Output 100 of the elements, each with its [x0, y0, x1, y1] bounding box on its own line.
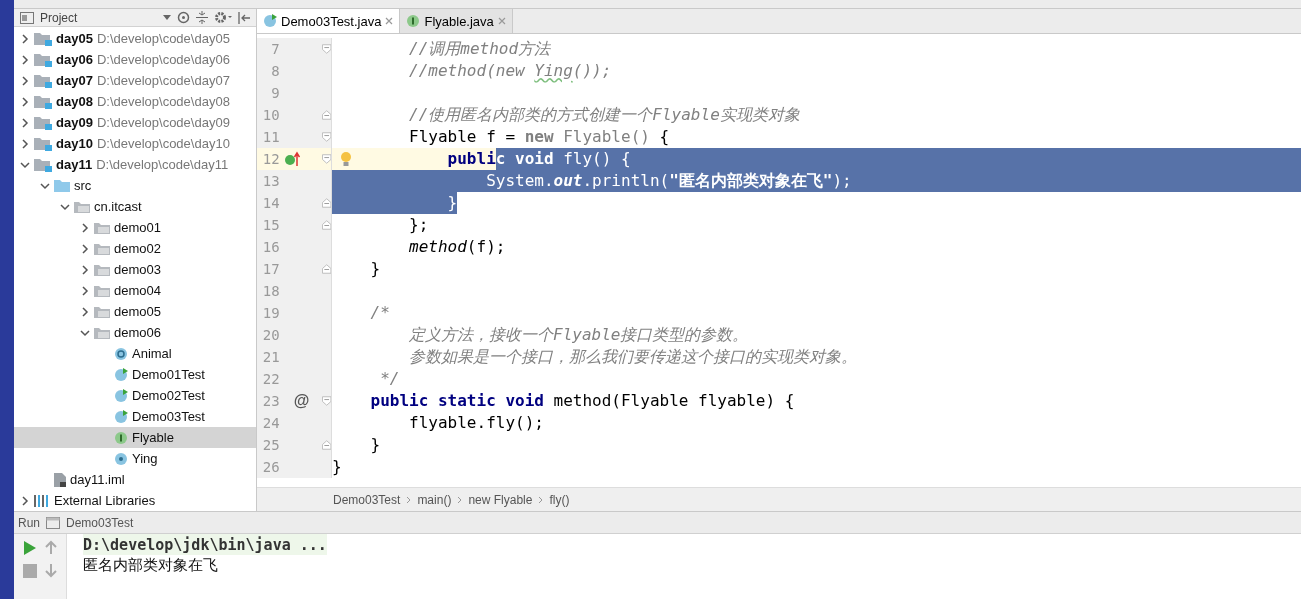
fold-marker-icon[interactable] — [321, 264, 331, 274]
tree-item-label: demo04 — [114, 283, 161, 298]
tree-item-label: Demo01Test — [132, 367, 205, 382]
panel-title: Project — [40, 10, 79, 25]
tree-item-label: demo01 — [114, 220, 161, 235]
editor-tab[interactable]: Flyable.java — [400, 9, 513, 33]
chevron-right-icon[interactable] — [20, 117, 30, 128]
fold-marker-icon[interactable] — [321, 44, 331, 54]
chevron-right-icon[interactable] — [80, 285, 90, 296]
module-folder-icon — [34, 52, 52, 67]
fold-marker-icon[interactable] — [321, 440, 331, 450]
collapse-icon[interactable] — [196, 11, 208, 24]
chevron-down-icon[interactable] — [40, 180, 50, 191]
chevron-right-icon[interactable] — [20, 138, 30, 149]
tree-item[interactable]: day05 D:\develop\code\day05 — [14, 28, 256, 49]
chevron-right-icon[interactable] — [80, 243, 90, 254]
tab-label: Demo03Test.java — [281, 13, 382, 29]
tree-item[interactable]: Demo01Test — [14, 364, 256, 385]
code-line: System.out.println("匿名内部类对象在飞"); — [332, 170, 852, 192]
package-folder-icon — [94, 326, 110, 339]
code-line: } — [332, 456, 342, 478]
module-folder-icon — [34, 73, 52, 88]
tree-item-label: day05 — [56, 31, 93, 46]
code-line: 参数如果是一个接口，那么我们要传递这个接口的实现类对象。 — [408, 346, 858, 368]
play-icon[interactable] — [23, 540, 37, 556]
override-marker[interactable]: @ — [293, 392, 312, 410]
tree-item[interactable]: demo05 — [14, 301, 256, 322]
fold-marker-icon[interactable] — [321, 132, 331, 142]
chevron-down-icon[interactable] — [20, 159, 30, 170]
code-line: /* — [369, 302, 390, 324]
fold-marker-icon[interactable] — [321, 198, 331, 208]
tree-item[interactable]: demo02 — [14, 238, 256, 259]
module-path: D:\develop\code\day07 — [96, 73, 230, 88]
module-path: D:\develop\code\day10 — [96, 136, 230, 151]
module-folder-icon — [34, 94, 52, 109]
tree-item[interactable]: External Libraries — [14, 490, 256, 511]
fold-marker-icon[interactable] — [321, 220, 331, 230]
project-icon — [20, 11, 34, 24]
breadcrumb[interactable]: fly() — [549, 492, 570, 507]
fold-marker-icon[interactable] — [321, 110, 331, 120]
tree-item[interactable]: day07 D:\develop\code\day07 — [14, 70, 256, 91]
code-line: }; — [408, 214, 429, 236]
chevron-right-icon[interactable] — [80, 222, 90, 233]
tree-item-label: day08 — [56, 94, 93, 109]
tree-item[interactable]: day11.iml — [14, 469, 256, 490]
chevron-right-icon[interactable] — [20, 495, 30, 506]
package-folder-icon — [74, 200, 90, 213]
module-path: D:\develop\code\day05 — [96, 31, 230, 46]
hide-panel-icon[interactable] — [238, 11, 250, 24]
tree-item[interactable]: day08 D:\develop\code\day08 — [14, 91, 256, 112]
tree-item-label: day11.iml — [70, 472, 125, 487]
chevron-right-icon[interactable] — [80, 264, 90, 275]
tree-item-label: day06 — [56, 52, 93, 67]
chevron-right-icon[interactable] — [20, 33, 30, 44]
tree-item[interactable]: day06 D:\develop\code\day06 — [14, 49, 256, 70]
code-line: method(f); — [408, 236, 506, 258]
tree-item[interactable]: src — [14, 175, 256, 196]
console-output: 匿名内部类对象在飞 — [83, 555, 218, 576]
close-icon[interactable] — [385, 17, 394, 25]
tree-item[interactable]: Flyable — [14, 427, 256, 448]
line-number: 8 — [270, 63, 280, 79]
settings-icon[interactable] — [214, 11, 232, 24]
editor-tab[interactable]: Demo03Test.java — [257, 9, 401, 33]
tree-item[interactable]: day09 D:\develop\code\day09 — [14, 112, 256, 133]
code-line: flyable.fly(); — [408, 412, 544, 434]
fold-marker-icon[interactable] — [321, 154, 331, 164]
tree-item[interactable]: Demo02Test — [14, 385, 256, 406]
dropdown-caret-icon[interactable] — [163, 14, 171, 21]
chevron-right-icon[interactable] — [80, 306, 90, 317]
breadcrumb[interactable]: Demo03Test — [333, 492, 401, 507]
line-number: 12 — [261, 151, 280, 167]
tree-item-label: Demo03Test — [132, 409, 205, 424]
line-number: 18 — [261, 283, 280, 299]
tree-item-label: day10 — [56, 136, 93, 151]
module-folder-icon — [34, 136, 52, 151]
tree-item[interactable]: demo04 — [14, 280, 256, 301]
tree-item[interactable]: Ying — [14, 448, 256, 469]
chevron-right-icon[interactable] — [20, 96, 30, 107]
tree-item[interactable]: day11 D:\develop\code\day11 — [14, 154, 256, 175]
tree-item[interactable]: cn.itcast — [14, 196, 256, 217]
target-icon[interactable] — [177, 11, 190, 24]
chevron-right-icon[interactable] — [20, 54, 30, 65]
breadcrumb[interactable]: new Flyable — [468, 492, 533, 507]
tree-item[interactable]: demo03 — [14, 259, 256, 280]
implements-marker-icon[interactable] — [283, 151, 300, 167]
tree-item[interactable]: demo01 — [14, 217, 256, 238]
lightbulb-icon[interactable] — [340, 151, 352, 167]
tree-item[interactable]: day10 D:\develop\code\day10 — [14, 133, 256, 154]
chevron-down-icon[interactable] — [80, 327, 90, 338]
fold-marker-icon[interactable] — [321, 396, 331, 406]
chevron-right-icon — [406, 495, 412, 504]
tree-item[interactable]: Demo03Test — [14, 406, 256, 427]
run-tab[interactable]: Demo03Test — [66, 515, 134, 530]
line-number: 25 — [261, 437, 280, 453]
tree-item[interactable]: demo06 — [14, 322, 256, 343]
chevron-right-icon[interactable] — [20, 75, 30, 86]
breadcrumb[interactable]: main() — [417, 492, 452, 507]
tree-item[interactable]: Animal — [14, 343, 256, 364]
module-path: D:\develop\code\day09 — [96, 115, 230, 130]
chevron-down-icon[interactable] — [60, 201, 70, 212]
